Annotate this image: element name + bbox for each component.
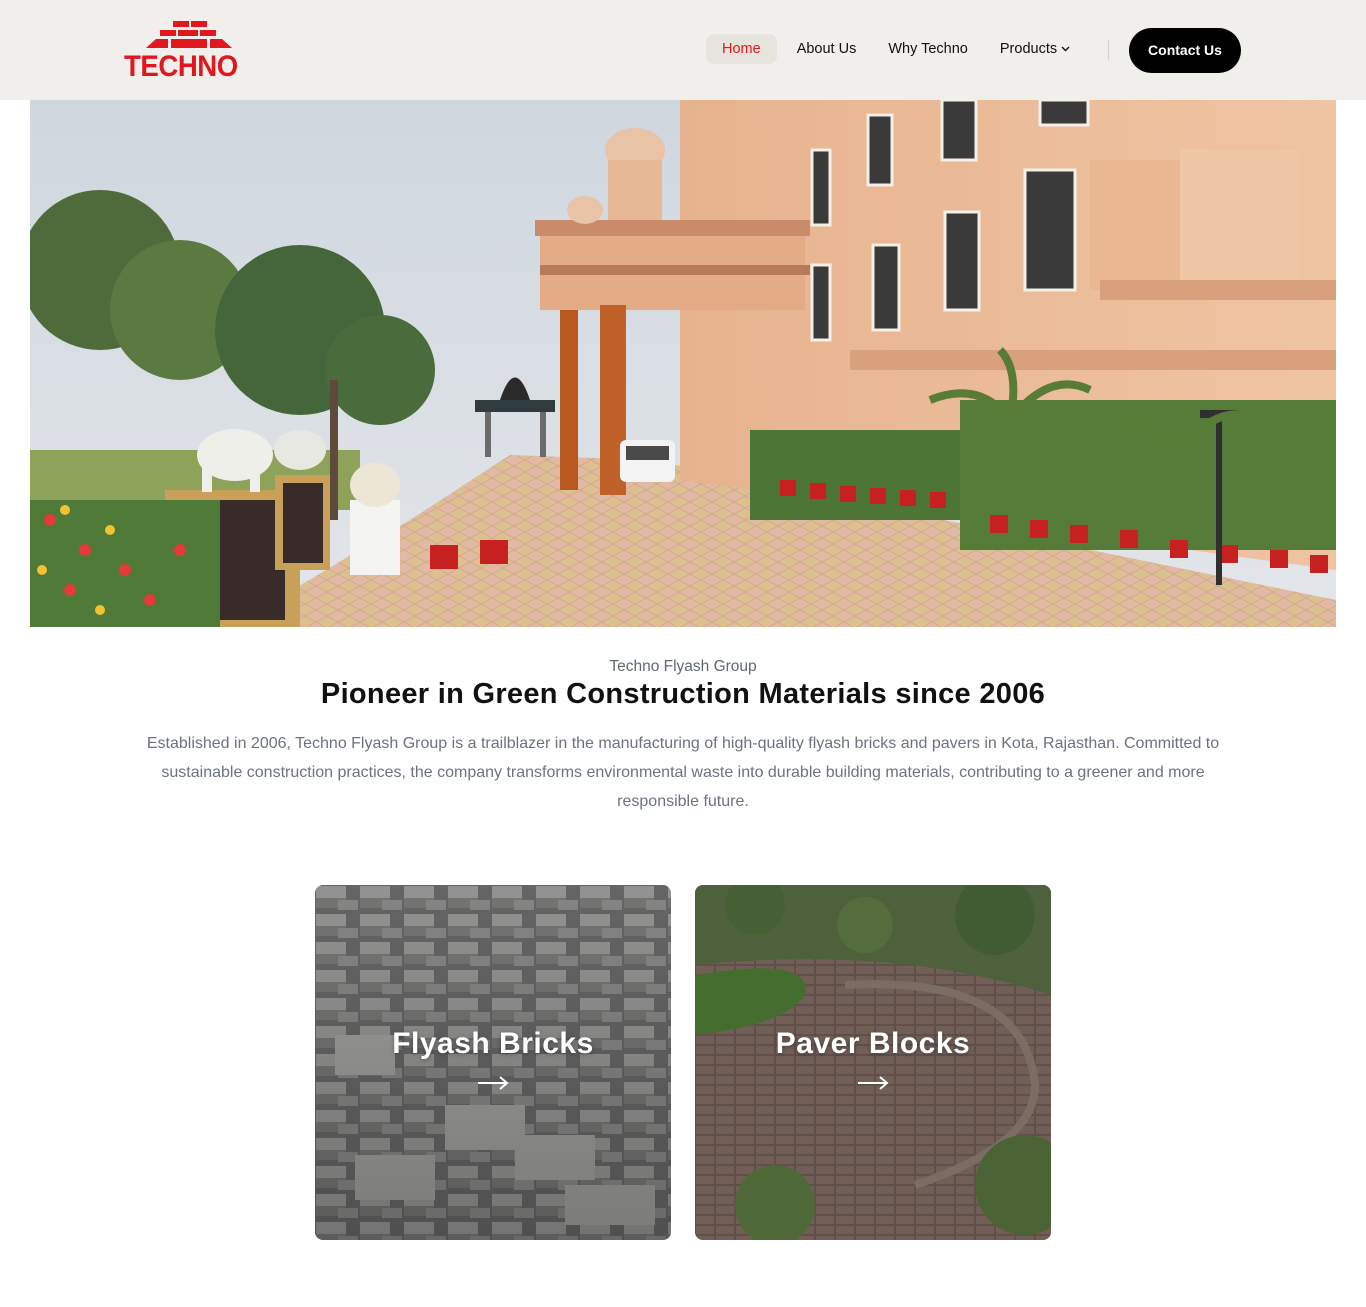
intro-paragraph: Established in 2006, Techno Flyash Group… xyxy=(146,735,1220,810)
card-title: Paver Blocks xyxy=(775,1027,971,1060)
page-title: Pioneer in Green Construction Materials … xyxy=(320,678,1046,710)
nav-products[interactable]: Products xyxy=(984,34,1086,64)
arrow-right-icon xyxy=(477,1075,509,1096)
nav-home[interactable]: Home xyxy=(706,34,777,64)
arrow-right-icon xyxy=(857,1075,889,1096)
logo-mark-icon xyxy=(146,21,232,48)
nav-products-label: Products xyxy=(999,41,1058,57)
card-title: Flyash Bricks xyxy=(392,1027,594,1060)
main-nav: Home About Us Why Techno Products xyxy=(706,34,1086,64)
nav-about[interactable]: About Us xyxy=(781,34,873,64)
site-header: TECHNO Home About Us Why Techno Products… xyxy=(0,0,1366,100)
logo-text: TECHNO xyxy=(124,50,238,83)
logo[interactable]: TECHNO xyxy=(124,20,238,83)
nav-divider xyxy=(1108,40,1109,60)
chevron-down-icon xyxy=(1061,35,1070,65)
bricks-image xyxy=(315,885,671,1240)
section-eyebrow: Techno Flyash Group xyxy=(609,658,757,675)
hero-image xyxy=(30,100,1336,627)
contact-us-button[interactable]: Contact Us xyxy=(1129,28,1241,73)
card-paver-blocks[interactable]: Paver Blocks xyxy=(695,885,1051,1240)
card-flyash-bricks[interactable]: Flyash Bricks xyxy=(315,885,671,1240)
nav-why-techno[interactable]: Why Techno xyxy=(872,34,984,64)
pavers-image xyxy=(695,885,1051,1240)
